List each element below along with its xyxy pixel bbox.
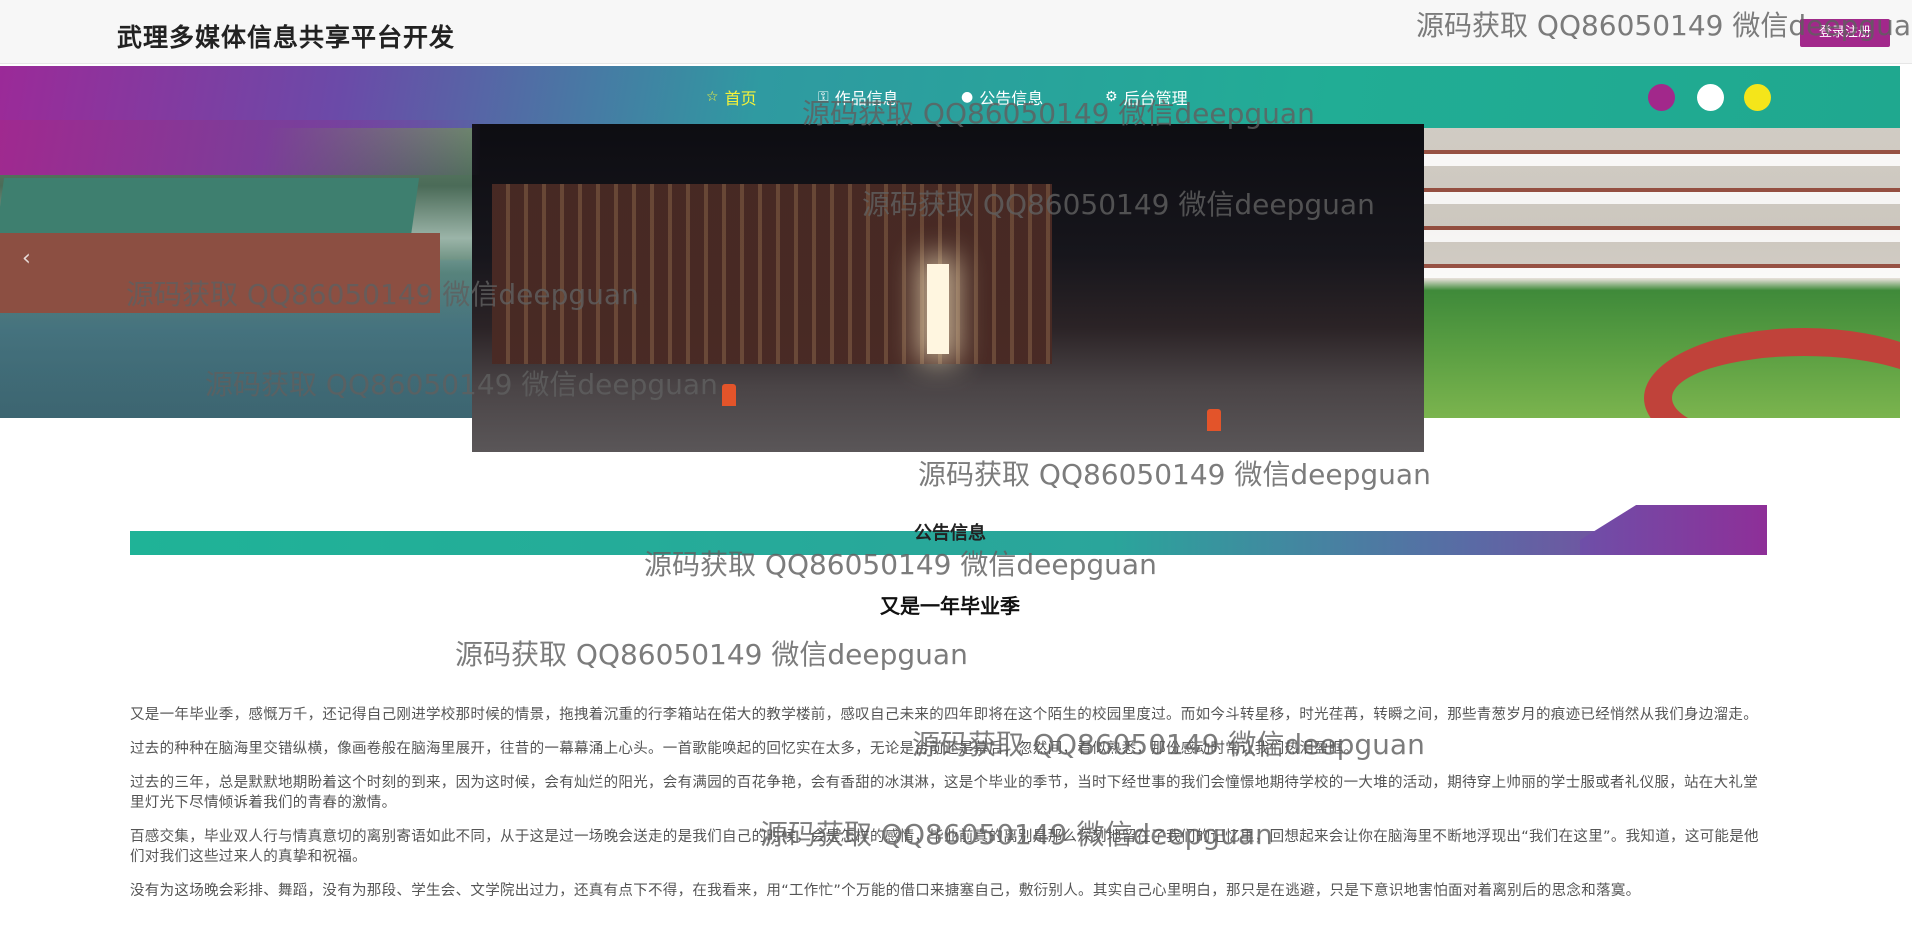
notice-section-title: 公告信息 [914, 523, 986, 544]
slide-track-shape [1644, 328, 1900, 418]
nav-item-notices[interactable]: ● 公告信息 [961, 84, 1043, 110]
nav-item-works[interactable]: ⚿ 作品信息 [818, 84, 899, 110]
slide-building-shape [0, 233, 440, 313]
star-icon: ☆ [706, 89, 719, 105]
watermark-text: 源码获取 QQ86050149 微信deepguan [918, 458, 1431, 491]
banner-slide-sports-field [1424, 128, 1900, 418]
traffic-cone [1207, 409, 1221, 431]
traffic-cone [722, 384, 736, 406]
nav-item-home[interactable]: ☆ 首页 [706, 84, 757, 110]
bulb-icon: ● [961, 89, 974, 105]
banner-slide-night-campus[interactable] [472, 124, 1424, 452]
main-nav: ☆ 首页 ⚿ 作品信息 ● 公告信息 ⚙ 后台管理 [0, 84, 1912, 110]
article-paragraph: 百感交集，毕业双人行与情真意切的离别寄语如此不同，从于这是过一场晚会送走的是我们… [130, 829, 1759, 865]
site-title: 武理多媒体信息共享平台开发 [117, 23, 456, 52]
watermark-text: 源码获取 QQ86050149 微信deepguan [455, 638, 968, 671]
banner-carousel[interactable]: ‹ [0, 124, 1900, 452]
nav-item-admin[interactable]: ⚙ 后台管理 [1105, 84, 1188, 110]
article-paragraph: 过去的种种在脑海里交错纵横，像画卷般在脑海里展开，往昔的一幕幕涌上心头。一首歌能… [130, 741, 1359, 757]
theme-swatch-yellow[interactable] [1744, 84, 1771, 111]
banner-decor-shape [0, 120, 480, 175]
nav-item-label: 公告信息 [979, 89, 1044, 108]
theme-swatch-purple[interactable] [1648, 84, 1675, 111]
slide-dormitory-shape [1424, 128, 1900, 278]
nav-item-label: 后台管理 [1123, 89, 1188, 108]
slide-building-shape [492, 184, 1052, 364]
carousel-prev-icon[interactable]: ‹ [22, 246, 31, 271]
article-body: 又是一年毕业季，感慨万千，还记得自己刚进学校那时候的情景，拖拽着沉重的行李箱站在… [130, 705, 1765, 915]
nav-item-label: 首页 [724, 89, 757, 108]
top-header: 武理多媒体信息共享平台开发 登录注册 [0, 0, 1912, 64]
article-paragraph: 又是一年毕业季，感慨万千，还记得自己刚进学校那时候的情景，拖拽着沉重的行李箱站在… [130, 707, 1758, 723]
gear-icon: ⚙ [1105, 89, 1118, 105]
notice-section-header: 公告信息 [130, 505, 1767, 557]
article-title: 又是一年毕业季 [880, 594, 1020, 618]
slide-roof-shape [0, 178, 420, 236]
article-paragraph: 没有为这场晚会彩排、舞蹈，没有为那段、学生会、文学院出过力，还真有点下不得，在我… [130, 883, 1641, 899]
nav-item-label: 作品信息 [834, 89, 899, 108]
theme-swatch-white[interactable] [1697, 84, 1724, 111]
login-register-button[interactable]: 登录注册 [1800, 19, 1890, 47]
lock-icon: ⚿ [818, 89, 829, 105]
slide-streetlight [927, 264, 949, 354]
article-paragraph: 过去的三年，总是默默地期盼着这个时刻的到来，因为这时候，会有灿烂的阳光，会有满园… [130, 775, 1758, 811]
